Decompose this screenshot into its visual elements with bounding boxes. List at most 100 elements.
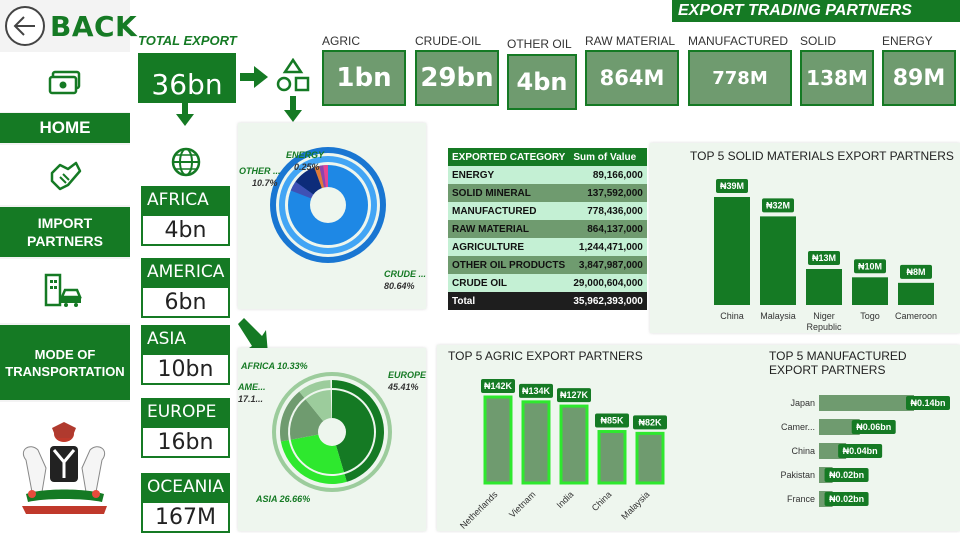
region-value-africa: 4bn: [141, 214, 230, 246]
category-label: Japan: [790, 398, 815, 408]
region-label-asia[interactable]: ASIA: [141, 325, 230, 353]
region-donut-panel: AFRICA 10.33% AME... 17.1... EUROPE 45.4…: [238, 348, 426, 531]
handshake-nav-block: [0, 145, 130, 205]
data-label: ₦134K: [522, 386, 551, 396]
table-row[interactable]: CRUDE OIL 29,000,604,000: [448, 274, 647, 292]
kpi-value-1[interactable]: 29bn: [415, 50, 499, 106]
agric-bar-chart: ₦142K Netherlands ₦134K Vietnam ₦127K India ₦8…: [458, 379, 667, 531]
bar-nigerrepublic[interactable]: [806, 269, 842, 305]
table-row[interactable]: ENERGY 89,166,000: [448, 166, 647, 184]
europe-pct-label: 45.41%: [388, 382, 419, 392]
table-row[interactable]: OTHER OIL PRODUCTS 3,847,987,000: [448, 256, 647, 274]
data-label: ₦0.04bn: [843, 446, 878, 456]
category-label: Camer...: [781, 422, 815, 432]
table-row[interactable]: AGRICULTURE 1,244,471,000: [448, 238, 647, 256]
region-donut-hole: [318, 418, 346, 446]
table-cell-value: 864,137,000: [587, 223, 643, 235]
mode-of-transportation-button[interactable]: MODE OF TRANSPORTATION: [0, 325, 130, 400]
table-cell-category: AGRICULTURE: [452, 241, 525, 253]
bar-togo[interactable]: [852, 277, 888, 305]
category-label: Vietnam: [507, 489, 537, 519]
kpi-value-3[interactable]: 864M: [585, 50, 679, 106]
coat-of-arms-block: [0, 402, 130, 531]
category-label: Netherlands: [458, 489, 500, 531]
kpi-value-5[interactable]: 138M: [800, 50, 874, 106]
money-icon: [48, 70, 81, 95]
category-label: China: [791, 446, 815, 456]
europe-label: EUROPE: [388, 370, 427, 380]
solid-materials-bar-chart: ₦39M China ₦32M Malaysia ₦13M NigerRepublic ₦1…: [714, 179, 937, 332]
bar-vietnam[interactable]: [521, 400, 551, 485]
manufactured-bar-chart: Japan ₦0.14bn Camer... ₦0.06bn China ₦0.04bn P…: [780, 395, 950, 507]
back-button[interactable]: [5, 6, 45, 46]
region-label-europe[interactable]: EUROPE: [141, 398, 230, 426]
table-cell-value: 137,592,000: [587, 187, 643, 199]
back-label[interactable]: BACK: [50, 10, 137, 43]
bar-netherlands[interactable]: [483, 395, 513, 485]
bar-india[interactable]: [559, 404, 589, 485]
donut-hole: [310, 187, 346, 223]
kpi-label-2: OTHER OIL: [507, 37, 572, 51]
kpi-label-0: AGRIC: [322, 34, 361, 48]
bar-malaysia[interactable]: [635, 431, 665, 485]
transport-nav-block: [0, 259, 130, 323]
category-label: Republic: [806, 322, 842, 332]
category-label: France: [787, 494, 815, 504]
data-label: ₦0.02bn: [829, 470, 864, 480]
kpi-value-0[interactable]: 1bn: [322, 50, 406, 106]
money-nav-block: [0, 52, 130, 112]
crude-label: CRUDE ...: [384, 269, 427, 279]
energy-pct-label: 0.25%: [294, 162, 320, 172]
data-label: ₦13M: [812, 253, 836, 263]
region-label-oceania[interactable]: OCEANIA: [141, 473, 230, 501]
table-cell-category: CRUDE OIL: [452, 277, 507, 289]
category-label: Cameroon: [895, 311, 937, 321]
table-cell-value: 3,847,987,000: [578, 259, 643, 271]
region-value-america: 6bn: [141, 286, 230, 318]
table-cell-category: OTHER OIL PRODUCTS: [452, 259, 566, 271]
energy-label: ENERGY: [286, 150, 325, 160]
total-export-value: 36bn: [138, 53, 236, 103]
table-row[interactable]: MANUFACTURED 778,436,000: [448, 202, 647, 220]
home-button[interactable]: HOME: [0, 113, 130, 143]
other-label: OTHER ...: [239, 166, 281, 176]
category-label: Togo: [860, 311, 880, 321]
region-label-africa[interactable]: AFRICA: [141, 186, 230, 214]
table-header-value[interactable]: Sum of Value: [569, 148, 647, 166]
other-pct-label: 10.7%: [252, 178, 278, 188]
hbar-japan[interactable]: [819, 395, 914, 411]
kpi-label-3: RAW MATERIAL: [585, 34, 676, 48]
region-value-europe: 16bn: [141, 426, 230, 458]
table-header-category[interactable]: EXPORTED CATEGORY: [448, 148, 570, 166]
arrow-right-icon: [240, 66, 268, 88]
data-label: ₦82K: [638, 417, 662, 427]
data-label: ₦39M: [720, 181, 744, 191]
data-label: ₦32M: [766, 200, 790, 210]
import-partners-button[interactable]: IMPORT PARTNERS: [0, 207, 130, 257]
table-cell-value: 89,166,000: [592, 169, 643, 181]
region-label-america[interactable]: AMERICA: [141, 258, 230, 286]
kpi-value-4[interactable]: 778M: [688, 50, 792, 106]
category-donut-panel: ENERGY 0.25% OTHER ... 10.7% CRUDE ... 8…: [238, 123, 426, 309]
coat-of-arms-emblem: [22, 422, 107, 514]
kpi-label-4: MANUFACTURED: [688, 34, 789, 48]
bar-malaysia[interactable]: [760, 216, 796, 305]
africa-label: AFRICA 10.33%: [241, 361, 308, 371]
region-donut-chart: [272, 372, 392, 492]
bar-china[interactable]: [714, 197, 750, 305]
kpi-value-2[interactable]: 4bn: [507, 54, 577, 110]
kpi-label-1: CRUDE-OIL: [415, 34, 482, 48]
table-total-row: Total 35,962,393,000: [448, 292, 647, 310]
bar-cameroon[interactable]: [898, 282, 934, 305]
arrow-down-icon-2: [176, 100, 194, 126]
table-row[interactable]: RAW MATERIAL 864,137,000: [448, 220, 647, 238]
arrow-left-icon: [13, 16, 35, 36]
bar-china[interactable]: [597, 430, 627, 485]
table-row[interactable]: SOLID MINERAL 137,592,000: [448, 184, 647, 202]
agric-manufactured-panel: TOP 5 AGRIC EXPORT PARTNERS TOP 5 MANUFA…: [437, 345, 960, 531]
table-cell-category: SOLID MINERAL: [452, 187, 531, 199]
kpi-value-6[interactable]: 89M: [882, 50, 956, 106]
table-cell-category: RAW MATERIAL: [452, 223, 530, 235]
category-label: India: [555, 489, 576, 510]
kpi-label-6: ENERGY: [882, 34, 933, 48]
